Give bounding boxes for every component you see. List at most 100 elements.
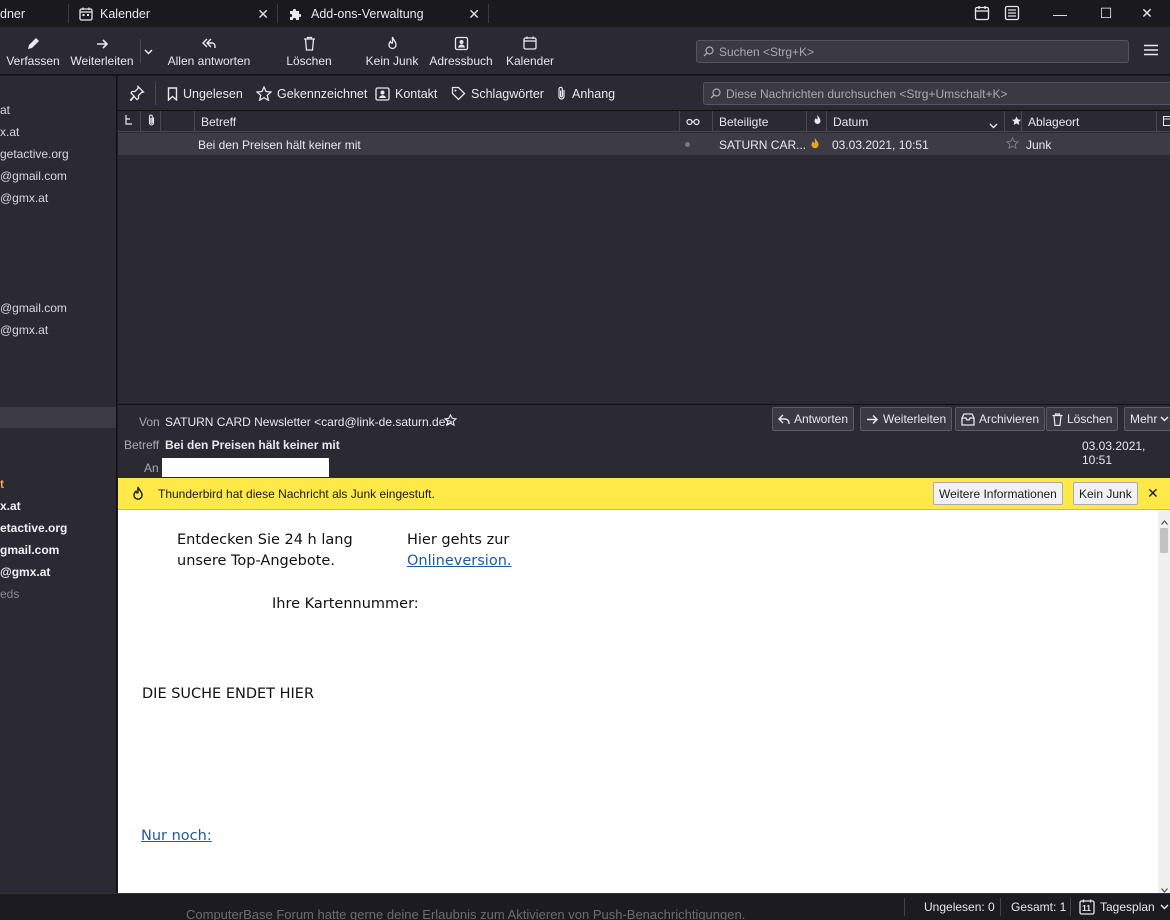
location-column[interactable]: Ablageort <box>1021 111 1156 132</box>
minimize-button[interactable]: — <box>1037 0 1083 27</box>
tab-addons[interactable]: Add-ons-Verwaltung ✕ <box>278 0 488 27</box>
filter-contact-button[interactable]: Kontakt <box>375 76 437 111</box>
junk-notification-bar: Thunderbird hat diese Nachricht als Junk… <box>118 478 1170 510</box>
message-header-pane: Von SATURN CARD Newsletter <card@link-de… <box>118 404 1170 478</box>
more-info-button[interactable]: Weitere Informationen <box>933 482 1063 505</box>
message-correspondent: SATURN CAR... <box>719 138 807 152</box>
junk-column[interactable] <box>806 111 826 132</box>
recipient-redacted <box>162 458 329 477</box>
filter-contact-label: Kontakt <box>395 86 438 101</box>
close-icon[interactable]: ✕ <box>257 6 269 23</box>
contact-icon <box>375 86 390 101</box>
calendar-day-icon: 11 <box>1079 899 1095 915</box>
tab-mail-label: dner <box>0 6 26 21</box>
message-date-value: 03.03.2021, 10:51 <box>1082 439 1146 467</box>
bookmark-icon <box>167 86 178 101</box>
forward-button[interactable]: Weiterleiten <box>68 27 136 75</box>
separator <box>1000 898 1001 916</box>
chevron-down-icon <box>1160 904 1169 910</box>
thread-column[interactable] <box>118 111 140 132</box>
calendar-icon[interactable] <box>974 5 990 24</box>
more-label: Mehr <box>1130 412 1158 426</box>
correspondents-column[interactable]: Beteiligte <box>712 111 806 132</box>
body-scrollbar[interactable] <box>1158 510 1170 893</box>
folder-item[interactable]: @gmail.com <box>0 169 67 183</box>
paperclip-icon <box>147 114 156 130</box>
folder-item[interactable]: x.at <box>0 125 19 139</box>
pin-icon[interactable] <box>129 84 145 104</box>
starred-column[interactable] <box>1004 111 1022 132</box>
delete-message-label: Löschen <box>1067 412 1113 426</box>
folder-item[interactable]: @gmx.at <box>0 565 50 579</box>
maximize-button[interactable]: ☐ <box>1083 0 1129 27</box>
column-picker[interactable] <box>1156 111 1170 132</box>
forward-message-button[interactable]: Weiterleiten <box>860 407 953 431</box>
close-icon[interactable]: ✕ <box>1147 485 1159 502</box>
tab-calendar[interactable]: Kalender ✕ <box>69 0 277 27</box>
folder-item[interactable]: gmail.com <box>0 543 59 557</box>
from-address[interactable]: SATURN CARD Newsletter <card@link-de.sat… <box>165 415 452 429</box>
junk-flame-icon[interactable] <box>810 137 820 153</box>
folder-item[interactable]: t <box>0 477 4 491</box>
only-now-link[interactable]: Nur noch: <box>141 828 212 844</box>
folder-item[interactable]: getactive.org <box>0 147 69 161</box>
hamburger-menu-icon[interactable] <box>1144 44 1158 59</box>
tab-mail[interactable]: dner <box>0 0 68 27</box>
filter-unread-button[interactable]: Ungelesen <box>167 76 243 111</box>
star-column[interactable] <box>160 111 194 132</box>
folder-item-selected[interactable] <box>0 407 116 428</box>
address-book-icon <box>454 34 469 52</box>
calendar-button[interactable]: Kalender <box>503 27 557 75</box>
subject-label: Betreff <box>124 438 160 452</box>
day-plan-button[interactable]: 11 Tagesplan <box>1079 897 1169 917</box>
forward-dropdown-button[interactable] <box>140 39 155 63</box>
filter-tags-label: Schlagwörter <box>471 86 544 101</box>
folder-item[interactable]: eds <box>0 587 19 601</box>
star-icon[interactable] <box>443 413 458 429</box>
scroll-up-icon[interactable] <box>1161 514 1168 528</box>
filter-tags-button[interactable]: Schlagwörter <box>451 76 544 111</box>
not-junk-bar-button[interactable]: Kein Junk <box>1073 482 1138 505</box>
star-icon[interactable] <box>1005 136 1020 152</box>
online-version-link[interactable]: Onlineversion. <box>407 553 512 569</box>
calendar-icon <box>79 7 93 21</box>
message-subject: Bei den Preisen hält keiner mit <box>198 138 361 152</box>
junk-message: Thunderbird hat diese Nachricht als Junk… <box>158 487 435 501</box>
more-button[interactable]: Mehr <box>1124 407 1170 431</box>
delete-button[interactable]: Löschen <box>280 27 338 75</box>
read-status-column[interactable] <box>679 111 712 132</box>
delete-message-button[interactable]: Löschen <box>1046 407 1119 431</box>
archive-button[interactable]: Archivieren <box>955 407 1046 431</box>
attachment-column[interactable] <box>140 111 160 132</box>
tasks-icon[interactable] <box>1004 5 1020 24</box>
folder-item[interactable]: @gmx.at <box>0 191 48 205</box>
folder-item[interactable]: x.at <box>0 499 21 513</box>
message-search-input[interactable]: Diese Nachrichten durchsuchen <Strg+Umsc… <box>703 82 1170 105</box>
date-column[interactable]: Datum <box>826 111 1004 132</box>
tag-icon <box>451 86 466 101</box>
filter-attachment-button[interactable]: Anhang <box>556 76 615 111</box>
folder-item[interactable]: etactive.org <box>0 521 67 535</box>
archive-icon <box>961 412 975 426</box>
not-junk-button[interactable]: Kein Junk <box>363 27 421 75</box>
subject-column[interactable]: Betreff <box>194 111 679 132</box>
filter-attachment-label: Anhang <box>572 86 616 101</box>
global-search-input[interactable]: Suchen <Strg+K> <box>696 40 1129 63</box>
address-book-label: Adressbuch <box>429 54 493 68</box>
compose-label: Verfassen <box>6 54 60 68</box>
folder-item[interactable]: @gmail.com <box>0 301 67 315</box>
table-row[interactable]: Bei den Preisen hält keiner mit SATURN C… <box>118 133 1170 155</box>
read-dot-icon[interactable] <box>685 142 690 147</box>
filter-starred-button[interactable]: Gekennzeichnet <box>256 76 367 111</box>
close-icon[interactable]: ✕ <box>468 6 480 23</box>
compose-button[interactable]: Verfassen <box>4 27 62 75</box>
folder-item[interactable]: at <box>0 103 10 117</box>
paperclip-icon <box>558 86 565 100</box>
reply-all-button[interactable]: Allen antworten <box>164 27 254 75</box>
address-book-button[interactable]: Adressbuch <box>428 27 494 75</box>
folder-item[interactable]: @gmx.at <box>0 323 48 337</box>
body-text: unsere Top-Angebote. <box>177 553 335 569</box>
scroll-thumb[interactable] <box>1160 528 1168 553</box>
close-window-button[interactable]: ✕ <box>1124 0 1170 27</box>
reply-button[interactable]: Antworten <box>772 407 855 431</box>
